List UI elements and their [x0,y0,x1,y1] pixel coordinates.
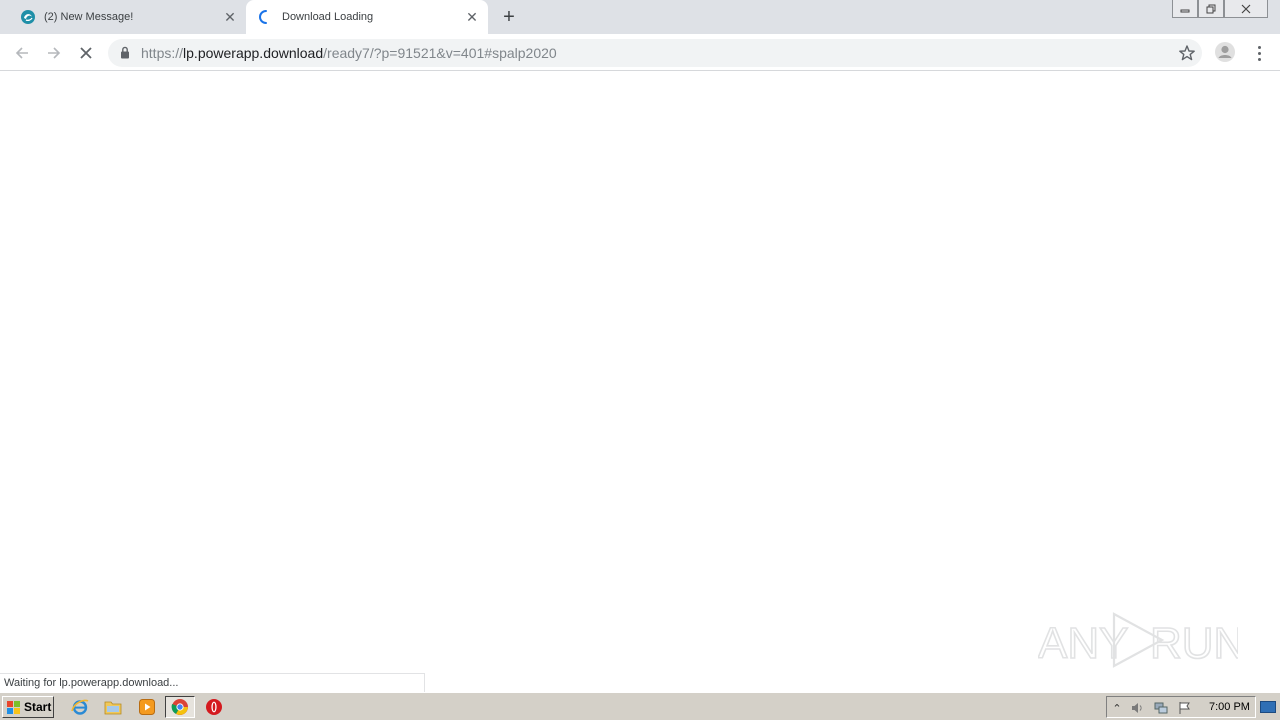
window-close-button[interactable] [1224,0,1268,18]
windows-flag-icon [7,700,20,714]
menu-dot [1257,51,1261,55]
tab-new-message[interactable]: (2) New Message! ✕ [8,0,246,34]
url-host: lp.powerapp.download [183,45,324,61]
close-icon[interactable]: ✕ [222,9,238,25]
forward-button[interactable] [42,41,66,65]
action-center-flag-icon[interactable] [1177,700,1193,716]
tab-download-loading[interactable]: Download Loading ✕ [246,0,488,34]
arrow-right-icon [48,47,61,59]
window-controls [1172,0,1268,18]
menu-dot [1257,57,1261,61]
taskbar-chrome-button[interactable] [165,696,195,718]
stop-loading-button[interactable] [74,41,98,65]
new-tab-button[interactable]: + [498,6,520,28]
browser-menu-button[interactable] [1250,41,1268,65]
minimize-icon [1180,9,1190,12]
restore-icon [1206,4,1216,13]
start-label: Start [24,700,52,714]
star-icon [1179,45,1195,61]
status-bubble: Waiting for lp.powerapp.download... [0,673,425,692]
profile-button[interactable] [1214,41,1236,68]
watermark-text-right: RUN [1150,619,1238,668]
url-scheme: https:// [141,45,184,61]
page-content [0,72,1280,692]
address-bar[interactable]: https://lp.powerapp.download/ready7/?p=9… [108,39,1202,67]
volume-icon[interactable] [1129,700,1145,716]
chrome-icon [171,699,188,715]
bookmark-button[interactable] [1178,44,1196,67]
close-icon [1241,4,1251,13]
url-path: /ready7/?p=91521&v=401#spalp2020 [323,45,557,61]
start-button[interactable]: Start [2,696,54,718]
internet-explorer-icon [71,699,89,715]
restore-button[interactable] [1198,0,1224,18]
loading-spinner-icon [259,10,267,24]
menu-dot [1257,45,1261,49]
url-text: https://lp.powerapp.download/ready7/?p=9… [141,45,557,61]
arrow-left-icon [15,47,28,59]
taskbar-media-player-button[interactable] [136,697,158,717]
network-icon[interactable] [1153,700,1169,716]
swirl-favicon-icon [21,10,35,24]
tab-title: (2) New Message! [44,11,134,23]
avatar-icon [1215,42,1235,62]
media-player-icon [139,699,155,715]
taskbar-ie-button[interactable] [69,697,91,717]
anyrun-watermark-logo: ANY RUN [1038,612,1238,669]
close-icon [80,47,92,59]
tab-title: Download Loading [282,11,374,23]
taskbar-opera-button[interactable] [203,697,225,717]
tray-expand-icon[interactable]: ⌃ [1109,700,1125,716]
taskbar-explorer-button[interactable] [102,697,124,717]
taskbar-clock[interactable]: 7:00 PM [1209,701,1250,713]
back-button[interactable] [10,41,34,65]
minimize-button[interactable] [1172,0,1198,18]
taskbar: Start ⌃ 7:00 PM [0,692,1280,720]
show-desktop-button[interactable] [1260,701,1276,713]
lock-icon [121,46,129,59]
opera-icon [206,699,222,715]
browser-toolbar: https://lp.powerapp.download/ready7/?p=9… [0,34,1280,71]
close-icon[interactable]: ✕ [464,9,480,25]
folder-icon [104,701,122,715]
tab-strip: (2) New Message! ✕ Download Loading ✕ + [0,0,1280,34]
